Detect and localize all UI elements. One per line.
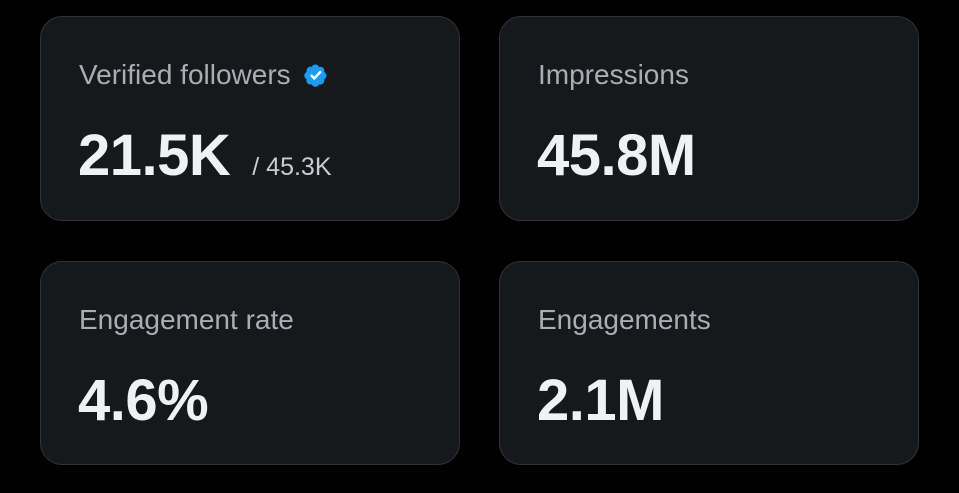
verified-followers-value: 21.5K [78,123,231,188]
value-row: 4.6% [78,366,209,436]
value-row: 2.1M [537,366,664,436]
card-label: Verified followers [79,55,331,95]
engagement-rate-label: Engagement rate [79,304,294,335]
engagements-value: 2.1M [537,368,664,433]
engagements-label: Engagements [538,304,711,335]
verified-followers-label: Verified followers [79,59,291,90]
verified-followers-card[interactable]: Verified followers 21.5K / 45.3K [40,16,460,221]
impressions-value: 45.8M [537,123,696,188]
impressions-card[interactable]: Impressions 45.8M [499,16,919,221]
engagements-card[interactable]: Engagements 2.1M [499,261,919,465]
value-row: 45.8M [537,121,696,191]
engagement-rate-card[interactable]: Engagement rate 4.6% [40,261,460,465]
total-followers-value: / 45.3K [252,153,332,181]
engagement-rate-value: 4.6% [78,368,209,433]
value-row: 21.5K / 45.3K [78,121,332,191]
verified-badge-icon [303,64,327,87]
impressions-label: Impressions [538,59,689,90]
